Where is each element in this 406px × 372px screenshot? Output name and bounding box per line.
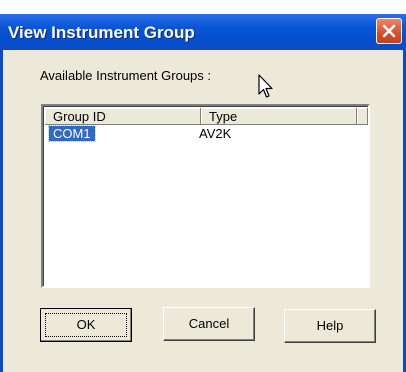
- cancel-button[interactable]: Cancel: [163, 307, 255, 341]
- title-bar[interactable]: View Instrument Group: [0, 14, 406, 50]
- cancel-button-label: Cancel: [188, 316, 230, 331]
- column-header-group-id[interactable]: Group ID: [45, 108, 201, 125]
- cell-type[interactable]: AV2K: [199, 126, 231, 141]
- help-button[interactable]: Help: [284, 309, 376, 343]
- mouse-pointer-icon: [258, 74, 273, 98]
- list-header: Group ID Type: [45, 108, 368, 125]
- list-row[interactable]: COM1 AV2K: [45, 125, 365, 142]
- help-button-label: Help: [316, 318, 344, 333]
- column-header-type[interactable]: Type: [201, 108, 357, 125]
- close-icon: [382, 24, 396, 38]
- close-button[interactable]: [376, 18, 402, 44]
- background-window-strip: [0, 0, 406, 14]
- window-title: View Instrument Group: [8, 23, 195, 42]
- ok-button[interactable]: OK: [40, 308, 132, 342]
- instrument-group-list[interactable]: Group ID Type COM1 AV2K: [41, 104, 370, 288]
- available-groups-label: Available Instrument Groups :: [40, 68, 212, 83]
- column-header-filler: [357, 108, 368, 125]
- focus-rectangle: [45, 313, 127, 337]
- cell-group-id[interactable]: COM1: [48, 125, 96, 142]
